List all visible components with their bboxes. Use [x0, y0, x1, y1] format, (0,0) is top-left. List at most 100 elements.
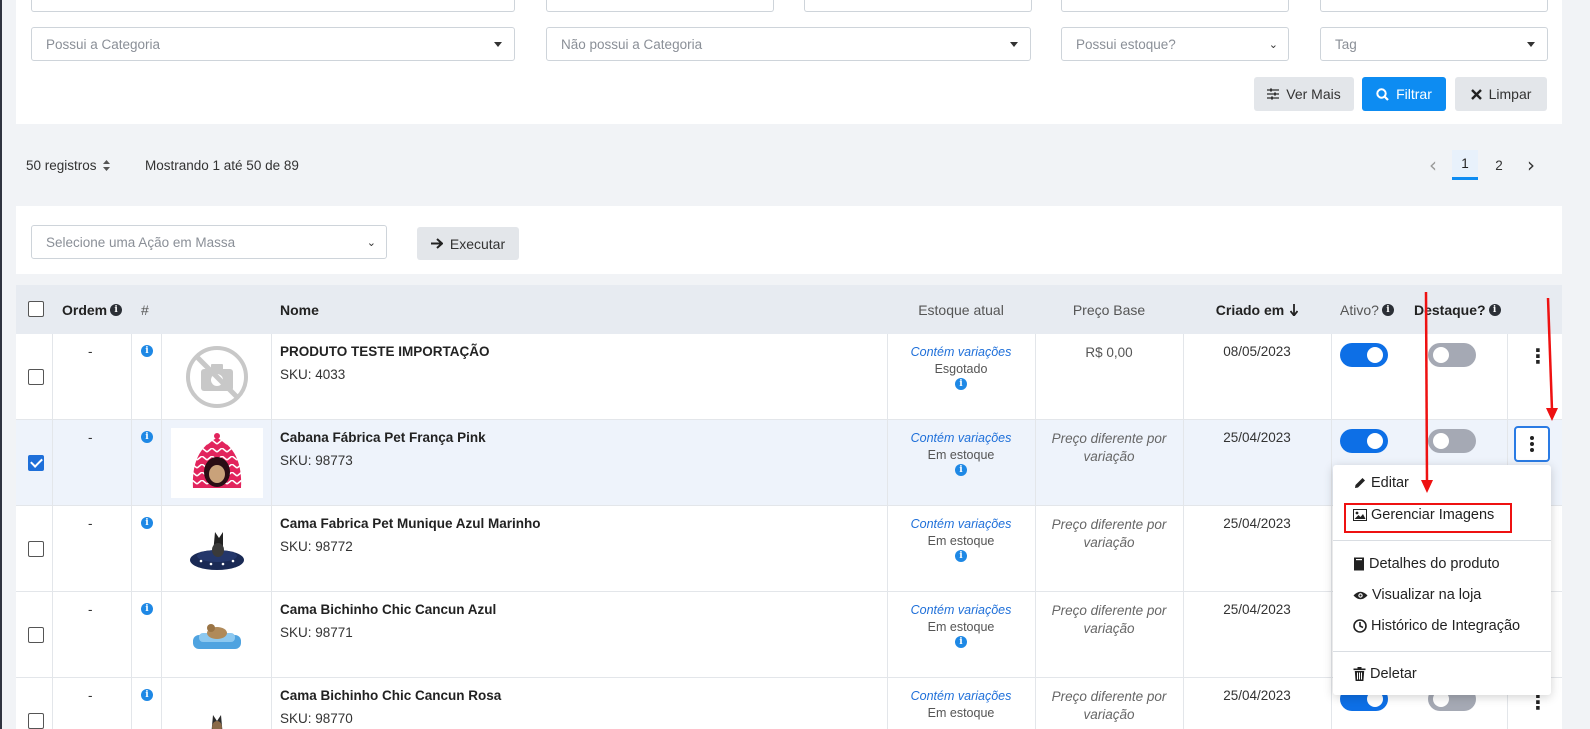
created-date: 25/04/2023 — [1223, 602, 1291, 617]
menu-item-integration-history[interactable]: Histórico de Integração — [1353, 618, 1520, 634]
header-order-label: Ordem — [62, 301, 108, 318]
stock-variations[interactable]: Contém variações — [888, 602, 1034, 619]
table-row[interactable]: - i Cabana Fábrica Pet França Pink SKU: … — [16, 420, 1562, 506]
page-2-button[interactable]: 2 — [1486, 150, 1512, 180]
active-toggle[interactable] — [1340, 429, 1388, 453]
base-price: R$ 0,00 — [1085, 345, 1133, 360]
see-more-label: Ver Mais — [1286, 86, 1341, 102]
header-active-label: Ativo? — [1340, 301, 1379, 318]
tag-select[interactable]: Tag — [1320, 27, 1548, 61]
featured-toggle[interactable] — [1428, 429, 1476, 453]
product-name[interactable]: Cama Bichinho Chic Cancun Azul — [280, 602, 496, 617]
menu-item-product-details[interactable]: Detalhes do produto — [1353, 556, 1500, 572]
info-icon[interactable]: i — [955, 464, 967, 476]
bulk-action-select[interactable]: Selecione uma Ação em Massa ⌄ — [31, 225, 387, 259]
bulk-action-placeholder: Selecione uma Ação em Massa — [46, 234, 236, 250]
header-created[interactable]: Criado em — [1184, 285, 1330, 334]
header-order[interactable]: Ordem i — [62, 285, 123, 334]
rows-per-page-select[interactable]: 50 registros — [26, 158, 110, 173]
info-icon[interactable]: i — [141, 517, 153, 529]
header-hash: # — [141, 301, 149, 318]
info-icon[interactable]: i — [955, 636, 967, 648]
info-icon: i — [110, 303, 123, 316]
eye-icon — [1353, 591, 1368, 599]
info-icon[interactable]: i — [141, 603, 153, 615]
menu-item-delete-label: Deletar — [1370, 666, 1417, 682]
filter-field-top-2[interactable] — [546, 0, 774, 12]
clear-button[interactable]: Limpar — [1455, 77, 1547, 111]
has-category-placeholder: Possui a Categoria — [46, 36, 161, 52]
filter-field-top-5[interactable] — [1320, 0, 1548, 12]
header-created-label: Criado em — [1215, 301, 1285, 318]
active-toggle[interactable] — [1340, 343, 1388, 367]
menu-item-delete[interactable]: Deletar — [1353, 666, 1417, 682]
row-checkbox[interactable] — [28, 713, 44, 729]
has-category-select[interactable]: Possui a Categoria — [31, 27, 515, 61]
filter-field-top-3[interactable] — [804, 0, 1032, 12]
menu-item-view-in-store-label: Visualizar na loja — [1372, 587, 1482, 603]
filter-field-top-1[interactable] — [31, 0, 515, 12]
header-name[interactable]: Nome — [280, 285, 319, 334]
row-actions-icon[interactable]: ⋮ — [1528, 344, 1548, 368]
rows-per-page-label: 50 registros — [26, 158, 97, 173]
menu-item-view-in-store[interactable]: Visualizar na loja — [1353, 587, 1481, 603]
info-icon[interactable]: i — [141, 689, 153, 701]
menu-item-edit-label: Editar — [1371, 475, 1409, 491]
stock-variations[interactable]: Contém variações — [888, 344, 1034, 361]
row-checkbox[interactable] — [28, 541, 44, 557]
stock-cell: Contém variações Em estoque — [888, 602, 1034, 636]
table-row[interactable]: - i Cama Bichinho Chic Cancun Azul SKU: … — [16, 592, 1562, 678]
row-actions-button[interactable] — [1514, 426, 1550, 462]
search-icon — [1376, 87, 1389, 101]
not-category-placeholder: Não possui a Categoria — [561, 36, 703, 52]
stock-variations[interactable]: Contém variações — [888, 688, 1034, 705]
chevron-down-icon: ⌄ — [1268, 38, 1278, 51]
product-image — [171, 428, 263, 498]
filter-field-top-4[interactable] — [1061, 0, 1289, 12]
filter-button[interactable]: Filtrar — [1362, 77, 1446, 111]
select-all-checkbox[interactable] — [28, 301, 44, 317]
product-name[interactable]: Cabana Fábrica Pet França Pink — [280, 430, 486, 445]
row-order: - — [88, 688, 93, 703]
chevron-down-icon — [494, 42, 502, 47]
row-order: - — [88, 430, 93, 445]
base-price: Preço diferente por variação — [1051, 689, 1167, 722]
created-date: 08/05/2023 — [1223, 344, 1291, 359]
stock-variations[interactable]: Contém variações — [888, 430, 1034, 447]
row-checkbox[interactable] — [28, 369, 44, 385]
info-icon[interactable]: i — [955, 378, 967, 390]
info-icon[interactable]: i — [141, 431, 153, 443]
table-row[interactable]: - i PRODUTO TESTE IMPORTAÇÃO SKU: 4033 C… — [16, 334, 1562, 420]
menu-item-edit[interactable]: Editar — [1353, 475, 1409, 491]
bulk-action-panel: Selecione uma Ação em Massa ⌄ Executar — [16, 206, 1562, 274]
chevron-down-icon: ⌄ — [366, 236, 376, 249]
not-category-select[interactable]: Não possui a Categoria — [546, 27, 1031, 61]
row-checkbox[interactable] — [28, 627, 44, 643]
clear-label: Limpar — [1488, 86, 1532, 102]
product-name[interactable]: Cama Bichinho Chic Cancun Rosa — [280, 688, 501, 703]
info-icon[interactable]: i — [141, 345, 153, 357]
has-stock-placeholder: Possui estoque? — [1076, 36, 1176, 52]
menu-divider — [1333, 651, 1551, 652]
info-icon[interactable]: i — [955, 550, 967, 562]
prev-page-icon[interactable]: ‹ — [1418, 153, 1448, 177]
kebab-icon — [1530, 442, 1534, 446]
next-page-icon[interactable]: › — [1516, 153, 1546, 177]
stock-status: Esgotado — [934, 362, 988, 376]
product-sku: SKU: 4033 — [280, 367, 346, 382]
product-name[interactable]: Cama Fabrica Pet Munique Azul Marinho — [280, 516, 541, 531]
table-row[interactable]: - i Cama Bichinho Chic Cancun Rosa SKU: … — [16, 678, 1562, 729]
has-stock-select[interactable]: Possui estoque? ⌄ — [1061, 27, 1289, 61]
menu-divider — [1333, 540, 1551, 541]
page-1-button[interactable]: 1 — [1452, 150, 1478, 180]
featured-toggle[interactable] — [1428, 343, 1476, 367]
stock-variations[interactable]: Contém variações — [888, 516, 1034, 533]
menu-item-integration-history-label: Histórico de Integração — [1371, 618, 1521, 634]
execute-button[interactable]: Executar — [417, 227, 519, 260]
sort-icon — [102, 160, 110, 171]
filter-label: Filtrar — [1396, 86, 1432, 102]
table-row[interactable]: - i Cama Fabrica Pet Munique Azul Marinh… — [16, 506, 1562, 592]
see-more-button[interactable]: Ver Mais — [1254, 77, 1354, 111]
product-name[interactable]: PRODUTO TESTE IMPORTAÇÃO — [280, 344, 490, 359]
row-checkbox[interactable] — [28, 455, 44, 471]
